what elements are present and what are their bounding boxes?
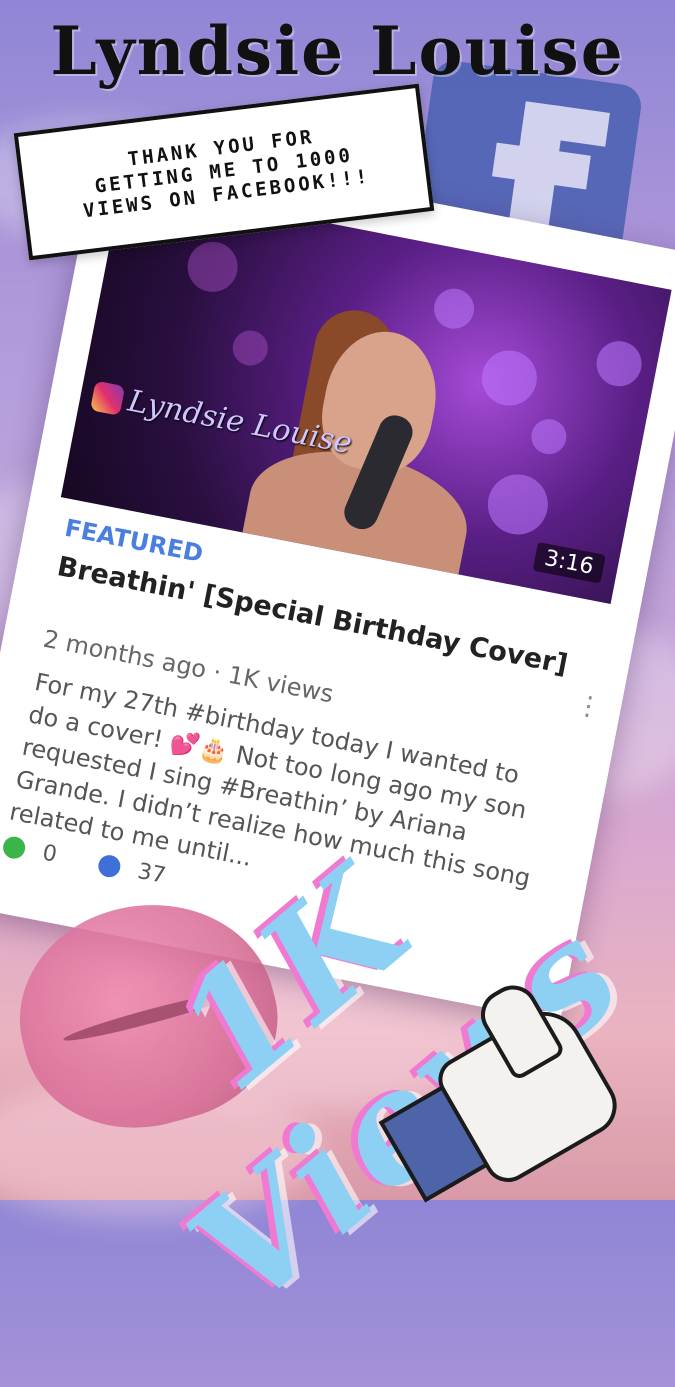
thumbs-up-icon [378, 976, 628, 1203]
poster: { "title": "Lyndsie Louise", "banner": {… [0, 0, 675, 1341]
comment-icon [1, 834, 28, 861]
more-icon[interactable]: ⋮ [573, 689, 604, 723]
page-title: Lyndsie Louise [50, 12, 625, 90]
instagram-icon [90, 380, 126, 416]
share-icon [96, 853, 123, 880]
video-duration: 3:16 [532, 541, 606, 584]
comment-count-value: 0 [40, 840, 59, 868]
share-count-value: 37 [135, 858, 168, 889]
